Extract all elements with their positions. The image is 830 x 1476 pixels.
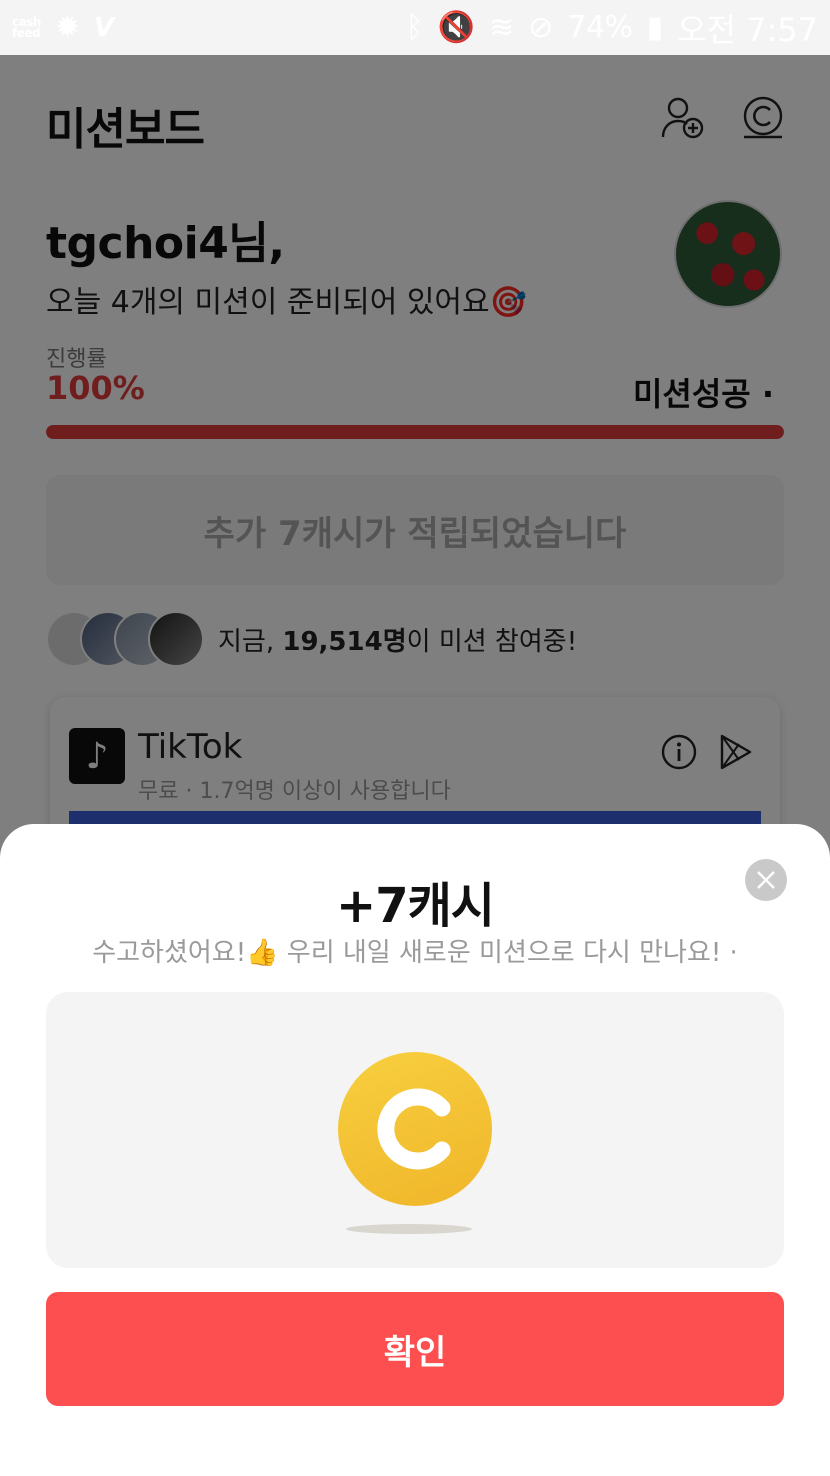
confirm-button[interactable]: 확인 xyxy=(46,1292,784,1406)
wifi-icon: ≋ xyxy=(489,10,515,45)
settings-gear-icon: ✹ xyxy=(54,9,81,45)
close-icon xyxy=(757,871,775,889)
v-app-icon: V xyxy=(94,12,115,43)
battery-percent: 74% xyxy=(567,10,633,45)
vibrate-mute-icon: 🔇 xyxy=(437,10,476,45)
clock: 오전 7:57 xyxy=(677,10,818,49)
close-button[interactable] xyxy=(745,859,787,901)
coin-panel xyxy=(46,992,784,1268)
reward-title: +7캐시 xyxy=(336,878,495,934)
coin-c-letter-icon xyxy=(377,1088,451,1170)
status-bar: cash feed ✹ V ᛒ 🔇 ≋ ⊘ 74% ▮ 오전 7:57 xyxy=(0,0,830,55)
coin-shadow xyxy=(346,1224,472,1234)
reward-bottom-sheet: +7캐시 수고하셨어요!👍 우리 내일 새로운 미션으로 다시 만나요! · 확… xyxy=(0,824,830,1476)
reward-subtitle: 수고하셨어요!👍 우리 내일 새로운 미션으로 다시 만나요! · xyxy=(92,938,738,968)
bluetooth-icon: ᛒ xyxy=(405,10,424,45)
cash-coin-icon xyxy=(338,1052,492,1206)
battery-charging-icon: ▮ xyxy=(646,10,664,45)
no-disturb-icon: ⊘ xyxy=(528,10,554,45)
cashfeed-icon: cash feed xyxy=(12,14,41,40)
